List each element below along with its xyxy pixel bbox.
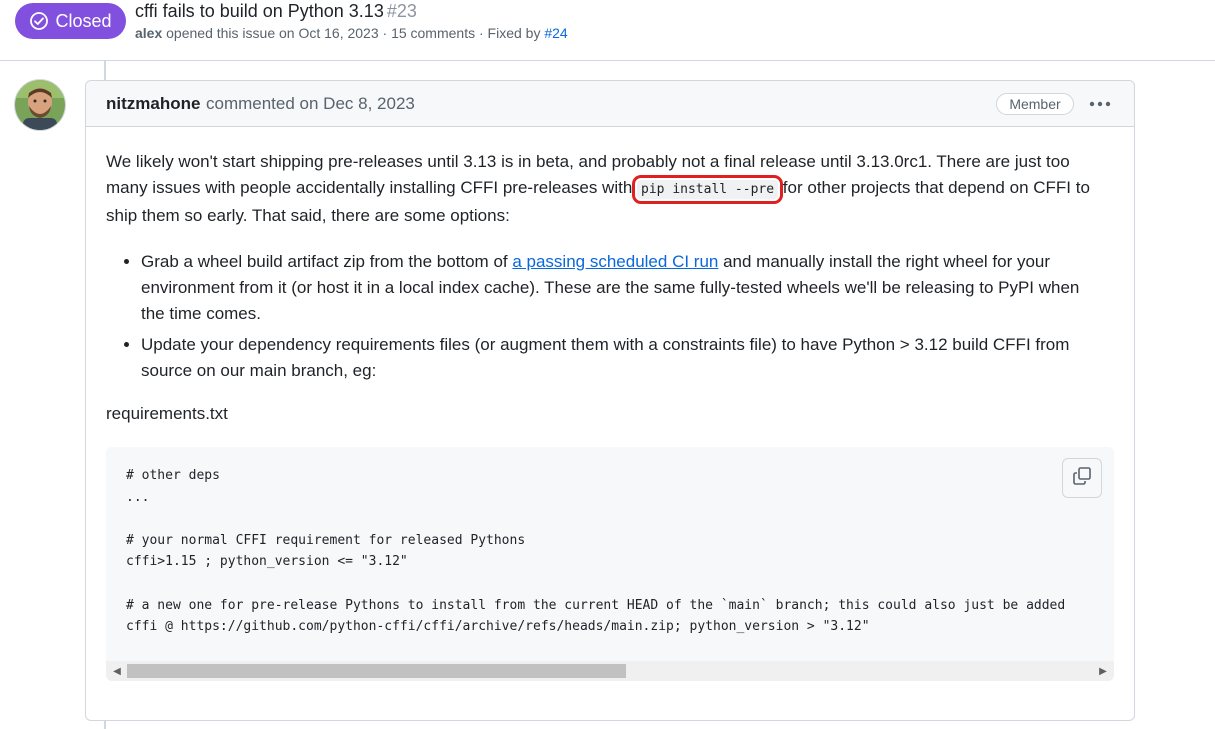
fixed-by-link[interactable]: #24 [544, 25, 567, 41]
timeline-connector [104, 60, 106, 80]
issue-opened-text: opened this issue on Oct 16, 2023 · 15 c… [166, 25, 541, 41]
options-list: Grab a wheel build artifact zip from the… [106, 249, 1106, 384]
code-block: # other deps ... # your normal CFFI requ… [106, 447, 1114, 681]
issue-header: Closed cffi fails to build on Python 3.1… [0, 0, 1215, 61]
code-content: # other deps ... # your normal CFFI requ… [126, 468, 1066, 635]
comment-timestamp[interactable]: commented on Dec 8, 2023 [206, 94, 415, 114]
comment-paragraph: We likely won't start shipping pre-relea… [106, 149, 1106, 229]
avatar[interactable] [14, 79, 66, 131]
comment-author-link[interactable]: nitzmahone [106, 94, 200, 114]
scroll-left-icon[interactable]: ◀ [108, 661, 126, 681]
scrollbar-thumb[interactable] [127, 664, 626, 678]
comment-body: We likely won't start shipping pre-relea… [106, 149, 1106, 389]
issue-state-label: Closed [55, 10, 112, 31]
comment-header: nitzmahone commented on Dec 8, 2023 Memb… [86, 81, 1134, 127]
issue-title-text: cffi fails to build on Python 3.13 [135, 1, 384, 21]
list-item-text: Grab a wheel build artifact zip from the… [141, 252, 513, 271]
issue-title: cffi fails to build on Python 3.13 #23 [135, 0, 417, 22]
filename-label: requirements.txt [106, 404, 228, 423]
check-circle-icon [29, 11, 49, 31]
inline-code-highlighted: pip install --pre [632, 175, 784, 204]
role-badge: Member [996, 93, 1074, 115]
issue-state-badge: Closed [15, 3, 126, 39]
issue-number: #23 [386, 1, 417, 21]
list-item: Update your dependency requirements file… [141, 332, 1106, 384]
kebab-horizontal-icon[interactable] [1086, 91, 1114, 117]
scroll-right-icon[interactable]: ▶ [1094, 661, 1112, 681]
timeline-connector-bottom [104, 720, 106, 729]
ci-run-link[interactable]: a passing scheduled CI run [512, 252, 718, 271]
list-item-text: Update your dependency requirements file… [141, 335, 1070, 380]
copy-icon [1072, 466, 1092, 491]
issue-opener-link[interactable]: alex [135, 25, 162, 41]
list-item: Grab a wheel build artifact zip from the… [141, 249, 1106, 327]
horizontal-scrollbar[interactable]: ◀ ▶ [106, 661, 1114, 681]
comment-card: nitzmahone commented on Dec 8, 2023 Memb… [85, 80, 1135, 721]
copy-button[interactable] [1062, 458, 1102, 498]
issue-meta: alex opened this issue on Oct 16, 2023 ·… [135, 25, 568, 41]
